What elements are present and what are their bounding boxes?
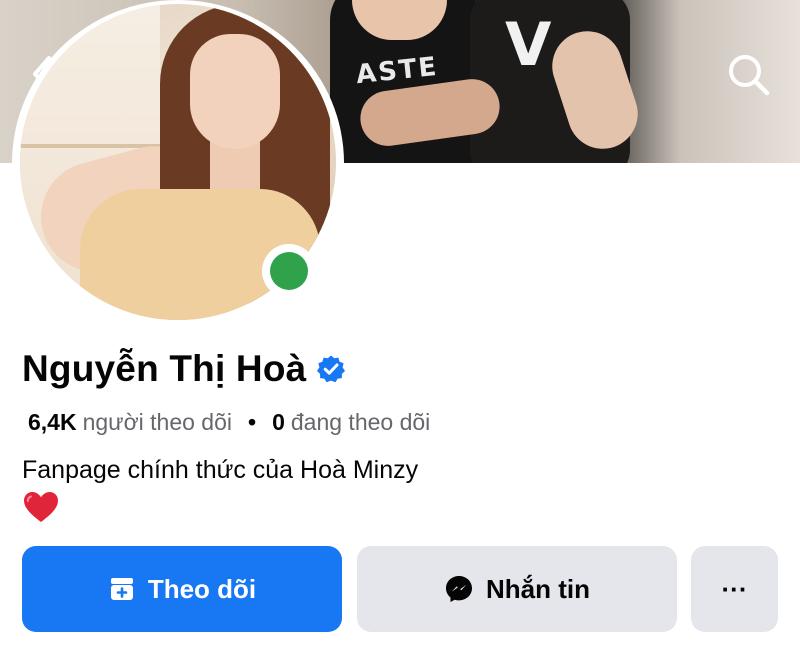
following-label[interactable]: đang theo dõi (291, 409, 430, 436)
profile-name-row: Nguyễn Thị Hoà (22, 348, 346, 390)
heart-emoji (24, 492, 58, 522)
message-button[interactable]: Nhắn tin (357, 546, 677, 632)
profile-bio: Fanpage chính thức của Hoà Minzy (22, 456, 419, 484)
verified-badge-icon (316, 354, 346, 384)
follow-icon (108, 575, 136, 603)
follow-button-label: Theo dõi (147, 573, 257, 604)
search-button[interactable] (720, 46, 776, 102)
follow-button[interactable]: Theo dõi (22, 546, 342, 632)
stats-separator: • (248, 409, 257, 435)
more-options-button[interactable]: ··· (691, 546, 778, 632)
messenger-icon (444, 574, 474, 604)
message-button-label: Nhắn tin (486, 573, 590, 604)
followers-count[interactable]: 6,4K (28, 409, 77, 436)
follow-stats: 6,4K người theo dõi • 0 đang theo dõi (28, 409, 430, 436)
more-options-icon: ··· (721, 573, 748, 604)
profile-name: Nguyễn Thị Hoà (22, 348, 307, 389)
online-dot (270, 252, 308, 290)
avatar-figure (190, 34, 280, 149)
cover-photo-shirt-print: V (505, 10, 552, 80)
online-status-indicator (262, 244, 316, 298)
search-icon (729, 55, 770, 96)
followers-label[interactable]: người theo dõi (83, 409, 232, 436)
following-count[interactable]: 0 (272, 409, 285, 436)
